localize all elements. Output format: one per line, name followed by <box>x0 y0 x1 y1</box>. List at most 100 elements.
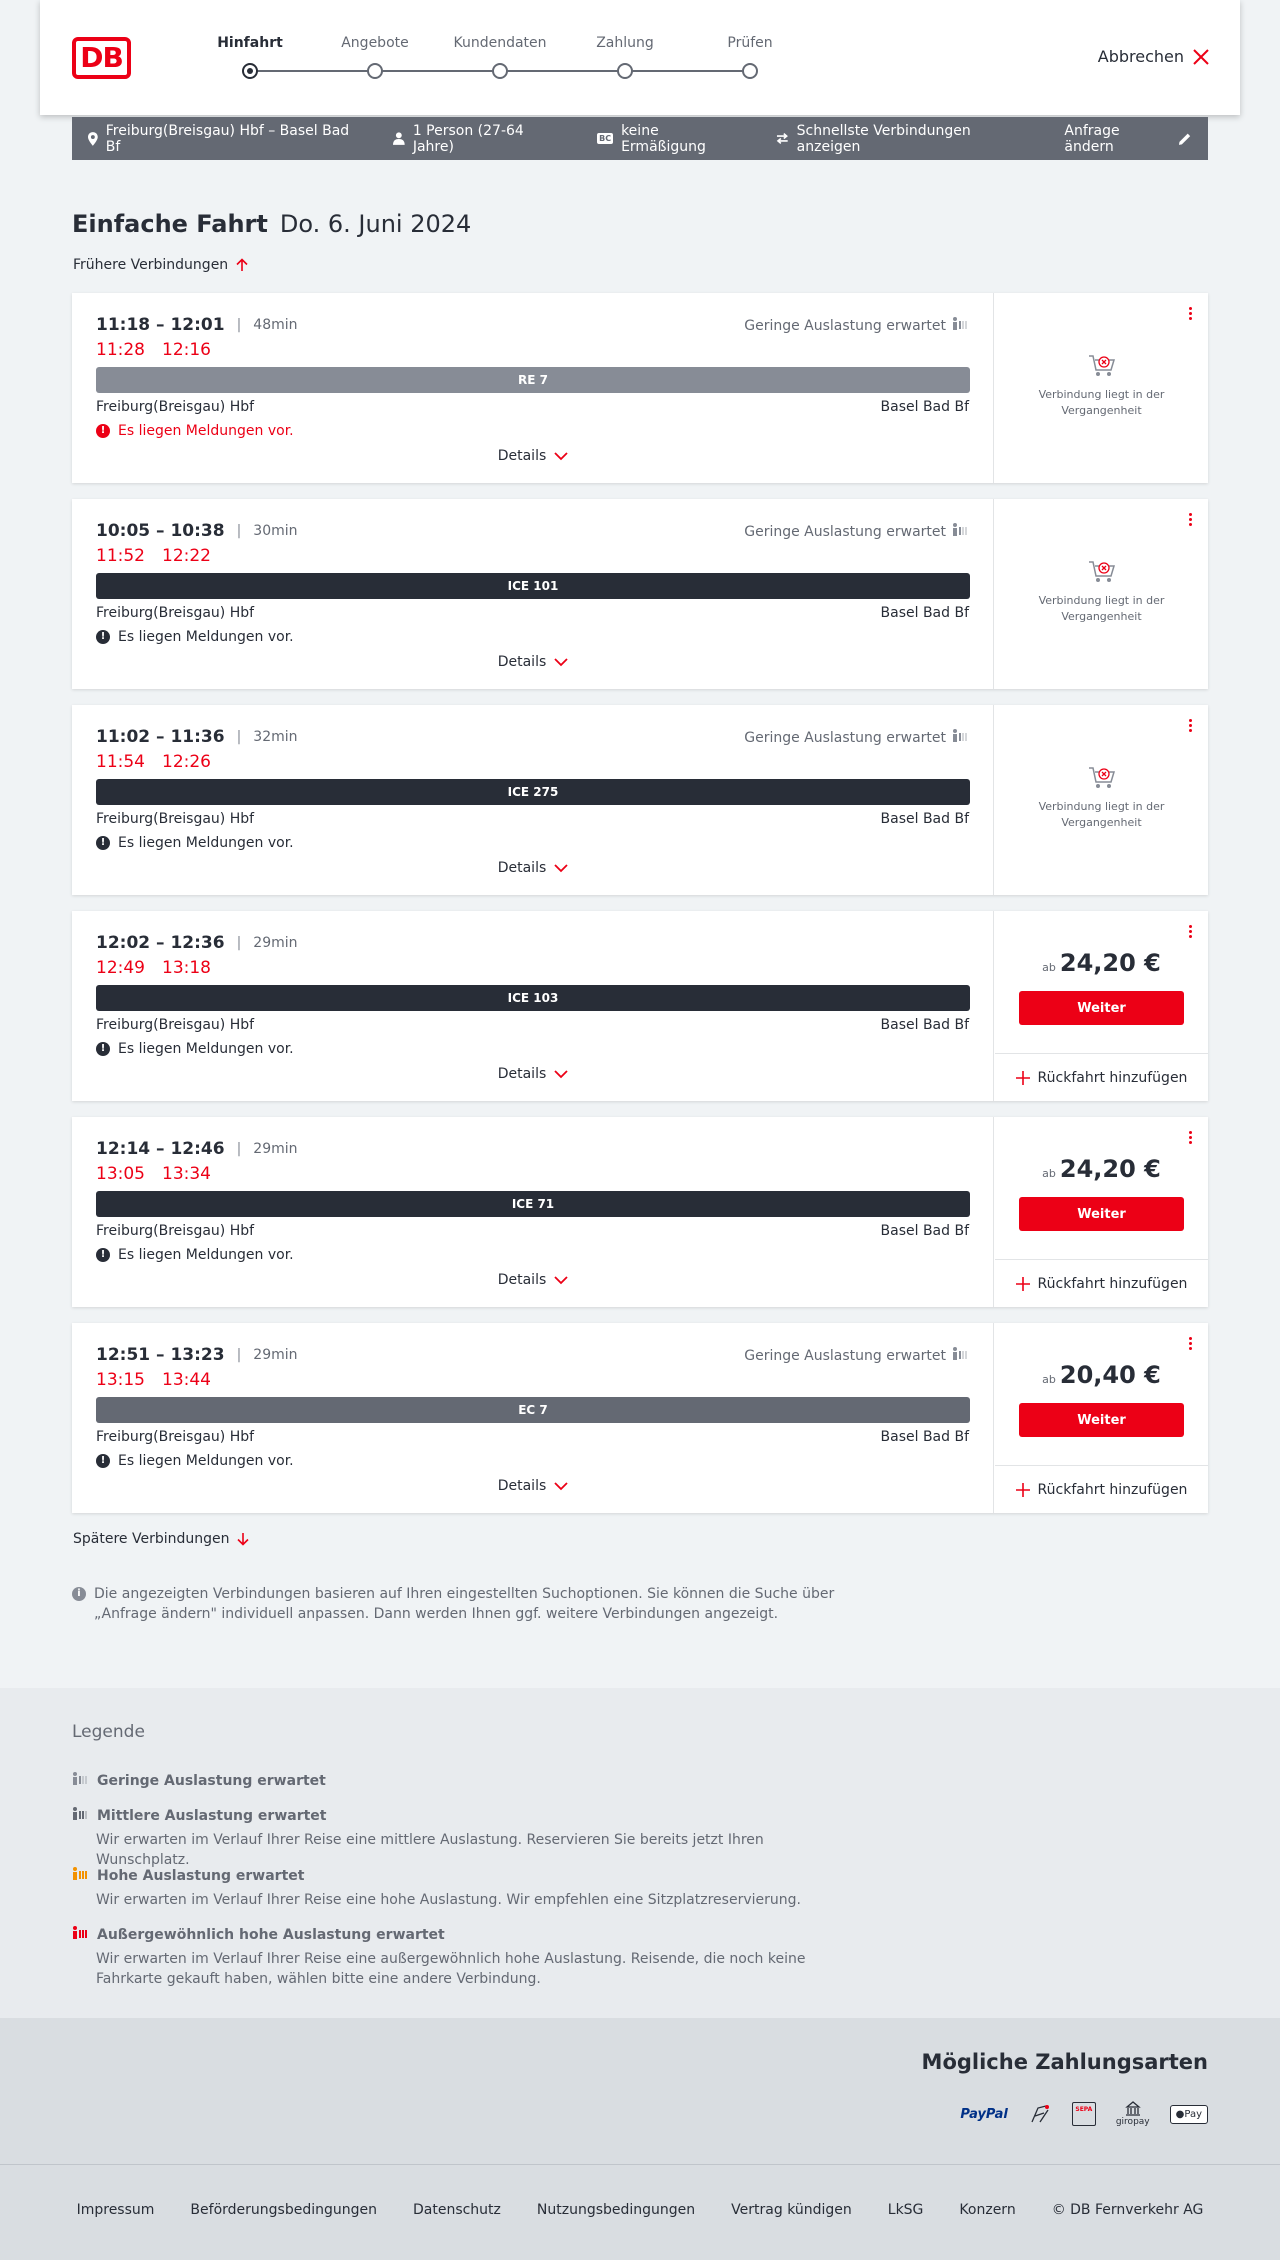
giropay-label: giropay <box>1115 2117 1150 2127</box>
train-line-bar[interactable]: EC 7 <box>96 1397 970 1423</box>
train-line-bar[interactable]: RE 7 <box>96 367 970 393</box>
occupancy-level-icon <box>72 1807 89 1824</box>
connection-details: 12:02 – 12:36 | 29min 12:49 13:18 ICE 103 Frei… <box>72 911 994 1101</box>
more-options-icon[interactable] <box>1186 1337 1194 1355</box>
past-connection-text: Verbindung liegt in der Vergangenheit <box>1038 594 1165 623</box>
footer-copyright[interactable]: © DB Fernverkehr AG <box>1052 2202 1204 2218</box>
scheduled-times: 10:05 – 10:38 | 30min <box>96 521 298 541</box>
train-line-bar[interactable]: ICE 103 <box>96 985 970 1011</box>
realtime-departure: 13:15 <box>96 1370 145 1390</box>
separator: | <box>236 1141 242 1157</box>
duration: 32min <box>253 729 298 745</box>
step-pruefen[interactable]: Prüfen <box>685 33 815 79</box>
connection-card[interactable]: 11:02 – 11:36 | 32min 11:54 12:26 Geringe Aus… <box>72 705 1208 895</box>
disruption-text: Es liegen Meldungen vor. <box>118 835 294 851</box>
footer-link-impressum[interactable]: Impressum <box>77 2202 155 2218</box>
step-angebote[interactable]: Angebote <box>310 33 440 79</box>
connection-card[interactable]: 12:02 – 12:36 | 29min 12:49 13:18 ICE 103 Frei… <box>72 911 1208 1101</box>
cancel-button[interactable]: Abbrechen <box>1098 47 1210 66</box>
continue-button[interactable]: Weiter <box>1019 1197 1184 1231</box>
realtime-departure: 11:52 <box>96 546 145 566</box>
separator: | <box>236 1347 242 1363</box>
more-options-icon[interactable] <box>1186 719 1194 737</box>
earlier-connections-link[interactable]: Frühere Verbindungen <box>73 257 248 273</box>
change-request-button[interactable]: Anfrage ändern <box>1064 123 1192 155</box>
realtime-times: 11:52 12:22 <box>96 546 228 566</box>
disruption-message[interactable]: ! Es liegen Meldungen vor. <box>96 629 294 645</box>
footer-link-befoerderungsbedingungen[interactable]: Beförderungsbedingungen <box>190 2202 377 2218</box>
discount-summary[interactable]: BC keine Ermäßigung <box>597 123 744 155</box>
add-return-trip-button[interactable]: Rückfahrt hinzufügen <box>995 1259 1208 1307</box>
more-options-icon[interactable] <box>1186 925 1194 943</box>
db-logo[interactable]: DB <box>72 37 131 79</box>
legend-item: Außergewöhnlich hohe Auslastung erwartet… <box>72 1926 852 1989</box>
apple-pay-label: Pay <box>1184 2108 1202 2120</box>
alert-icon: ! <box>96 1248 110 1262</box>
plus-icon <box>1015 1276 1030 1291</box>
scheduled-times: 12:14 – 12:46 | 29min <box>96 1139 298 1159</box>
page-title: Einfache Fahrt Do. 6. Juni 2024 <box>72 210 471 238</box>
disruption-message[interactable]: ! Es liegen Meldungen vor. <box>96 835 294 851</box>
search-summary-bar: Freiburg(Breisgau) Hbf – Basel Bad Bf 1 … <box>72 117 1208 160</box>
more-options-icon[interactable] <box>1186 307 1194 325</box>
swap-arrows-icon <box>776 133 788 144</box>
more-options-icon[interactable] <box>1186 513 1194 531</box>
disruption-message[interactable]: ! Es liegen Meldungen vor. <box>96 423 294 439</box>
occupancy-low-icon <box>952 523 969 540</box>
train-line-bar[interactable]: ICE 101 <box>96 573 970 599</box>
origin-station: Freiburg(Breisgau) Hbf <box>96 1223 255 1239</box>
passenger-summary[interactable]: 1 Person (27-64 Jahre) <box>393 123 565 155</box>
connection-card[interactable]: 12:51 – 13:23 | 29min 13:15 13:44 Geringe Aus… <box>72 1323 1208 1513</box>
route-summary[interactable]: Freiburg(Breisgau) Hbf – Basel Bad Bf <box>88 123 361 155</box>
departure-arrival-time: 12:02 – 12:36 <box>96 933 225 953</box>
connection-card[interactable]: 12:14 – 12:46 | 29min 13:05 13:34 ICE 71 Freib… <box>72 1117 1208 1307</box>
footer-link-konzern[interactable]: Konzern <box>959 2202 1015 2218</box>
footer-link-datenschutz[interactable]: Datenschutz <box>413 2202 501 2218</box>
pencil-icon <box>1179 133 1191 145</box>
step-dot <box>617 63 633 79</box>
details-toggle[interactable]: Details <box>72 860 994 876</box>
disruption-text: Es liegen Meldungen vor. <box>118 1247 294 1263</box>
details-toggle[interactable]: Details <box>72 654 994 670</box>
details-toggle[interactable]: Details <box>72 1478 994 1494</box>
step-zahlung[interactable]: Zahlung <box>560 33 690 79</box>
details-toggle[interactable]: Details <box>72 448 994 464</box>
realtime-arrival: 13:44 <box>162 1370 211 1390</box>
occupancy-level-icon <box>72 1926 89 1943</box>
footer-link-nutzungsbedingungen[interactable]: Nutzungsbedingungen <box>537 2202 695 2218</box>
connection-card[interactable]: 10:05 – 10:38 | 30min 11:52 12:22 Geringe Aus… <box>72 499 1208 689</box>
disruption-message[interactable]: ! Es liegen Meldungen vor. <box>96 1247 294 1263</box>
realtime-departure: 11:28 <box>96 340 145 360</box>
later-connections-link[interactable]: Spätere Verbindungen <box>73 1531 250 1547</box>
continue-button[interactable]: Weiter <box>1019 1403 1184 1437</box>
offer-panel: Verbindung liegt in der Vergangenheit <box>995 499 1208 689</box>
trip-type: Einfache Fahrt <box>72 210 268 238</box>
price: ab 20,40 € <box>995 1361 1208 1389</box>
price: ab 24,20 € <box>995 1155 1208 1183</box>
disruption-message[interactable]: ! Es liegen Meldungen vor. <box>96 1041 294 1057</box>
legend-item-description: Wir erwarten im Verlauf Ihrer Reise eine… <box>96 1892 801 1908</box>
continue-button[interactable]: Weiter <box>1019 991 1184 1025</box>
details-label: Details <box>497 1272 547 1288</box>
step-kundendaten[interactable]: Kundendaten <box>435 33 565 79</box>
chevron-down-icon <box>554 451 568 460</box>
train-line-bar[interactable]: ICE 71 <box>96 1191 970 1217</box>
connection-card[interactable]: 11:18 – 12:01 | 48min 11:28 12:16 Geringe Aus… <box>72 293 1208 483</box>
fastest-connections-option[interactable]: Schnellste Verbindungen anzeigen <box>776 123 1032 155</box>
footer-link-lksg[interactable]: LkSG <box>888 2202 924 2218</box>
step-hinfahrt[interactable]: Hinfahrt <box>185 33 315 79</box>
train-line-bar[interactable]: ICE 275 <box>96 779 970 805</box>
disruption-text: Es liegen Meldungen vor. <box>118 1453 294 1469</box>
add-return-trip-button[interactable]: Rückfahrt hinzufügen <box>995 1465 1208 1513</box>
occupancy-text: Geringe Auslastung erwartet <box>744 523 946 540</box>
disruption-message[interactable]: ! Es liegen Meldungen vor. <box>96 1453 294 1469</box>
details-toggle[interactable]: Details <box>72 1066 994 1082</box>
footer-link-vertrag-kuendigen[interactable]: Vertrag kündigen <box>731 2202 852 2218</box>
payment-icons: PayPal SEPA giropay ●Pay <box>960 2098 1208 2130</box>
payment-methods-title: Mögliche Zahlungsarten <box>921 2050 1208 2074</box>
more-options-icon[interactable] <box>1186 1131 1194 1149</box>
details-toggle[interactable]: Details <box>72 1272 994 1288</box>
add-return-trip-button[interactable]: Rückfahrt hinzufügen <box>995 1053 1208 1101</box>
price-amount: 20,40 € <box>1059 1361 1161 1389</box>
arrow-up-icon <box>236 258 248 271</box>
